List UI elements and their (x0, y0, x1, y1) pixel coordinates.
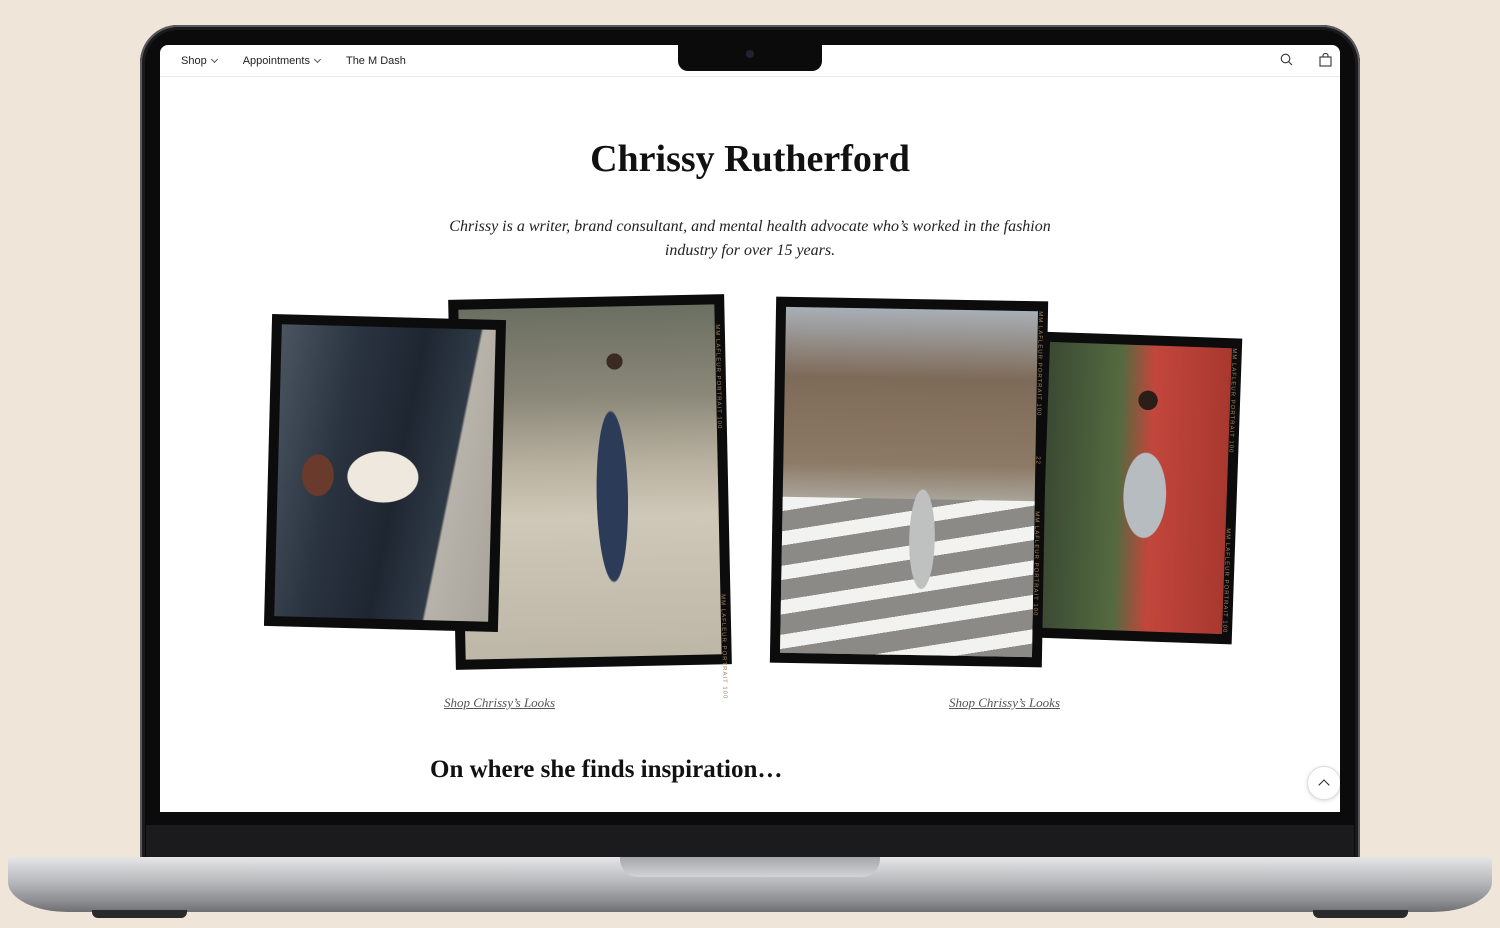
nav-item-appointments[interactable]: Appointments (242, 54, 322, 67)
shop-looks-link-left[interactable]: Shop Chrissy’s Looks (444, 695, 555, 711)
photo-pizza (274, 324, 496, 622)
nav-icons (1280, 45, 1340, 77)
laptop-chin (146, 825, 1354, 858)
shopping-bag-icon[interactable] (1319, 52, 1332, 70)
camera-notch (678, 45, 822, 71)
film-edge-label: MM LAFLEUR PORTRAIT 100 (1031, 511, 1040, 617)
chevron-down-icon (313, 55, 322, 63)
photo-frame-pizza (263, 313, 507, 633)
search-icon[interactable] (1280, 53, 1293, 69)
film-edge-label: MM LAFLEUR PORTRAIT 100 (719, 594, 728, 700)
photo-red-chair (1040, 341, 1232, 635)
page-title: Chrissy Rutherford (590, 138, 910, 180)
scroll-to-top-button[interactable] (1307, 766, 1340, 800)
film-edge-label: MM LAFLEUR PORTRAIT 100 (713, 324, 722, 430)
laptop-foot-right (1313, 910, 1408, 918)
nav-item-label: Appointments (242, 54, 310, 67)
film-edge-label: MM LAFLEUR PORTRAIT 100 (1035, 311, 1043, 417)
nav-item-the-m-dash[interactable]: The M Dash (346, 55, 406, 67)
chevron-up-icon (1318, 779, 1330, 791)
shop-looks-link-right[interactable]: Shop Chrissy’s Looks (949, 695, 1060, 711)
nav-item-label: Shop (181, 54, 207, 67)
film-frame-number: 22 (1034, 456, 1041, 465)
photo-frame-crosswalk: MM LAFLEUR PORTRAIT 100 MM LAFLEUR PORTR… (769, 296, 1049, 668)
camera-icon (746, 50, 754, 58)
section-heading: On where she finds inspiration… (430, 756, 783, 783)
chevron-down-icon (210, 55, 218, 63)
laptop-thumb-notch (620, 857, 880, 877)
photo-frame-red-chair: MM LAFLEUR PORTRAIT 100 MM LAFLEUR PORTR… (1029, 331, 1243, 645)
intro-text: Chrissy is a writer, brand consultant, a… (449, 218, 1051, 259)
nav-item-shop[interactable]: Shop (181, 54, 218, 67)
photo-crosswalk (779, 306, 1038, 658)
browser-screen: Shop Appointments The M Dash Chrissy Rut… (160, 45, 1340, 812)
nav-item-label: The M Dash (345, 54, 406, 67)
laptop-foot-left (92, 910, 187, 918)
